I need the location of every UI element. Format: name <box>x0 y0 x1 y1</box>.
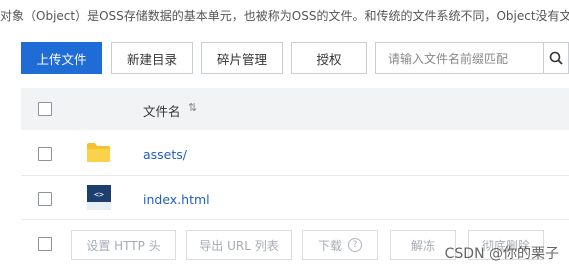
search-input[interactable]: 请输入文件名前缀匹配 <box>375 42 544 74</box>
column-header-filename[interactable]: 文件名 <box>143 101 181 120</box>
html-file-icon: <> <box>87 185 111 210</box>
folder-icon <box>87 143 110 162</box>
table-header: 文件名 ⇅ <box>21 88 569 130</box>
object-description: 对象（Object）是OSS存储数据的基本单元，也被称为OSS的文件。和传统的文… <box>0 9 569 23</box>
fragment-management-button[interactable]: 碎片管理 <box>201 42 283 74</box>
table-row[interactable]: assets/ <box>21 132 569 176</box>
search-button[interactable] <box>543 42 569 74</box>
new-directory-button[interactable]: 新建目录 <box>111 42 193 74</box>
watermark: CSDN @你的栗子 <box>444 246 559 262</box>
set-http-header-button[interactable]: 设置 HTTP 头 <box>71 230 176 260</box>
table-row[interactable]: <> index.html <box>21 176 569 220</box>
download-label: 下载 <box>317 238 342 253</box>
file-name-link[interactable]: assets/ <box>143 147 187 162</box>
sort-icon[interactable]: ⇅ <box>188 101 197 114</box>
help-icon: ? <box>348 238 362 252</box>
search-icon <box>549 51 563 65</box>
upload-file-button[interactable]: 上传文件 <box>21 42 102 74</box>
authorize-button[interactable]: 授权 <box>291 42 367 74</box>
select-all-footer-checkbox[interactable] <box>38 237 52 251</box>
row-checkbox[interactable] <box>38 147 52 161</box>
file-name-link[interactable]: index.html <box>143 192 210 207</box>
export-url-list-button[interactable]: 导出 URL 列表 <box>186 230 292 260</box>
select-all-checkbox[interactable] <box>38 102 52 116</box>
svg-text:<>: <> <box>94 190 104 199</box>
row-checkbox[interactable] <box>38 192 52 206</box>
download-button[interactable]: 下载 ? <box>302 230 378 260</box>
